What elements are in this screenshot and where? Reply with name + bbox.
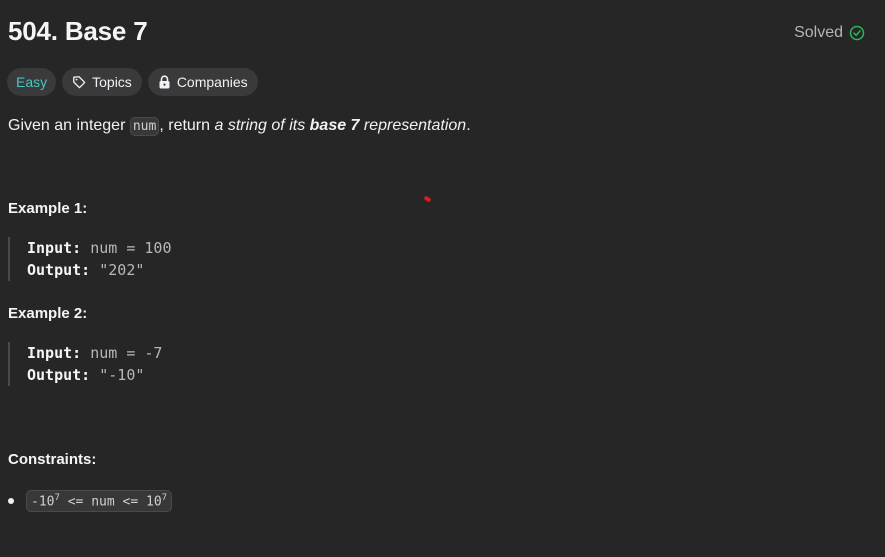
input-label: Input: — [27, 239, 82, 257]
example-1-output: Output: "202" — [27, 259, 172, 281]
example-2-block: Input: num = -7 Output: "-10" — [8, 342, 162, 386]
desc-text: , return — [159, 117, 215, 134]
bullet — [8, 498, 14, 505]
output-label: Output: — [27, 261, 91, 279]
example-1-input: Input: num = 100 — [27, 237, 172, 259]
inline-code-num: num — [129, 117, 160, 136]
lock-icon — [159, 75, 170, 89]
problem-description: Given an integer num, return a string of… — [8, 115, 471, 138]
constraint-item: -107 <= num <= 107 — [8, 490, 173, 513]
example-1-heading: Example 1: — [8, 200, 88, 217]
output-label: Output: — [27, 366, 91, 384]
desc-bold-italic: base 7 — [309, 117, 360, 134]
companies-label: Companies — [176, 74, 248, 90]
constraint-lower: -10 — [31, 494, 55, 510]
topics-button[interactable]: Topics — [62, 68, 142, 96]
tag-icon — [73, 76, 86, 89]
input-label: Input: — [27, 344, 82, 362]
example-2-input: Input: num = -7 — [27, 342, 162, 364]
solved-label: Solved — [794, 24, 843, 41]
problem-title: 504. Base 7 — [8, 16, 148, 46]
difficulty-label: Easy — [16, 74, 48, 90]
desc-text: . — [466, 117, 471, 134]
check-circle-icon — [849, 25, 865, 41]
exponent: 7 — [161, 493, 168, 503]
constraint-middle: <= num <= 10 — [59, 494, 162, 510]
example-1-block: Input: num = 100 Output: "202" — [8, 237, 172, 281]
companies-button[interactable]: Companies — [147, 68, 258, 96]
output-value: "202" — [99, 261, 145, 279]
input-value: num = 100 — [90, 239, 172, 257]
constraint-code: -107 <= num <= 107 — [26, 490, 173, 513]
example-2-heading: Example 2: — [8, 305, 88, 322]
solved-status: Solved — [794, 24, 865, 42]
topics-label: Topics — [92, 74, 132, 90]
example-2-output: Output: "-10" — [27, 364, 162, 386]
mouse-cursor-marker — [423, 195, 432, 203]
desc-italic: a string of its — [214, 117, 310, 134]
output-value: "-10" — [99, 366, 145, 384]
constraints-heading: Constraints: — [8, 451, 97, 468]
input-value: num = -7 — [90, 344, 163, 362]
difficulty-badge: Easy — [7, 68, 57, 96]
desc-italic: representation — [359, 117, 467, 134]
desc-text: Given an integer — [8, 117, 130, 134]
tag-row: Easy Topics Companies — [7, 68, 258, 96]
